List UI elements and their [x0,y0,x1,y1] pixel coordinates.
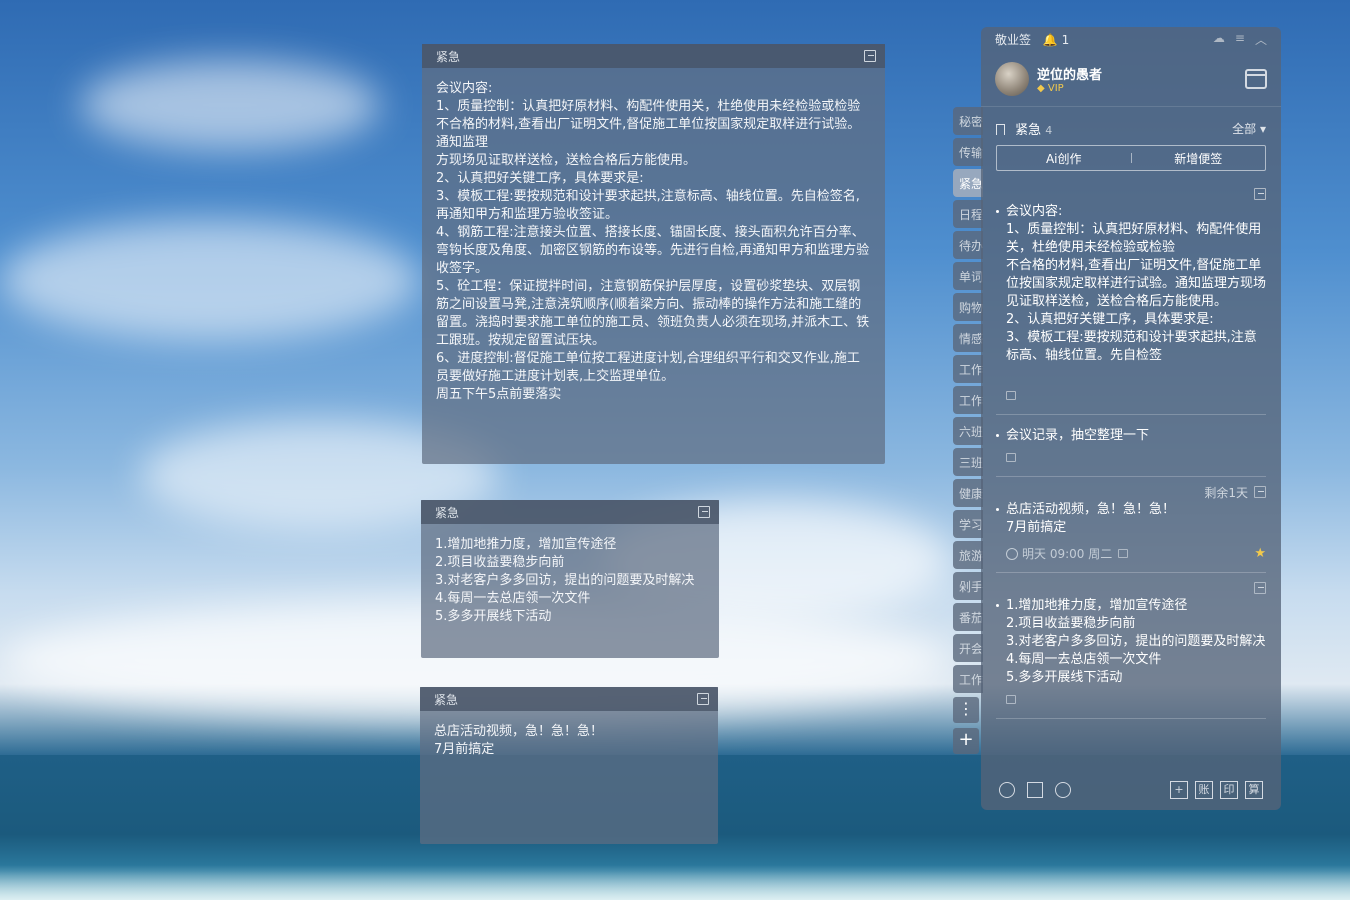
add-category-button[interactable]: + [953,728,979,754]
sticky-note-video[interactable]: 紧急 总店活动视频，急！急！急！ 7月前搞定 [420,687,718,844]
note-content[interactable]: 会议内容: 1、质量控制：认真把好原材料、构配件使用关，杜绝使用未经检验或检验不… [422,68,885,416]
item-text: 总店活动视频，急！急！急！ 7月前搞定 [996,501,1266,537]
print-button[interactable]: 印 [1220,781,1238,799]
item-text: 1.增加地推力度，增加宣传途径 2.项目收益要稳步向前 3.对老客户多多回访，提… [996,597,1266,687]
add-button[interactable]: + [1170,781,1188,799]
bookmark-icon [996,124,1005,135]
lock-icon [1006,453,1016,462]
tab-category[interactable]: 番茄 [953,603,983,631]
clock-icon [1006,547,1018,560]
panel-topbar: 敬业签 🔔 1 ☁ ≡ ︿ [981,27,1281,51]
bell-icon[interactable]: 🔔 [1043,33,1058,47]
tab-category[interactable]: 开会 [953,634,983,662]
notification-count: 1 [1061,32,1070,47]
tab-category[interactable]: 工作 [953,386,983,414]
sticky-note-plan[interactable]: 紧急 1.增加地推力度，增加宣传途径 2.项目收益要稳步向前 3.对老客户多多回… [421,500,719,658]
tab-category[interactable]: 情感 [953,324,983,352]
tab-category[interactable]: 六班 [953,417,983,445]
ai-create-button[interactable]: Ai创作 [997,150,1131,167]
exit-icon[interactable] [1254,486,1266,498]
tab-category[interactable]: 工作 [953,665,983,693]
tab-category[interactable]: 购物 [953,293,983,321]
note-category: 紧急 [435,505,460,520]
cloud-sync-icon[interactable]: ☁ [1213,31,1225,48]
ledger-button[interactable]: 账 [1195,781,1213,799]
more-icon[interactable]: ⋮ [953,697,979,723]
remaining-days: 剩余1天 [1204,485,1248,500]
note-content[interactable]: 总店活动视频，急！急！急！ 7月前搞定 [420,711,718,771]
lock-icon [1006,391,1016,400]
note-category: 紧急 [436,49,461,64]
user-bar: 逆位的愚者 ◆ VIP [981,51,1281,107]
list-item[interactable]: 剩余1天 总店活动视频，急！急！急！ 7月前搞定 明天 09:00 周二 ★ [996,477,1266,573]
star-icon[interactable]: ★ [1254,546,1266,561]
exit-icon[interactable] [1254,188,1266,200]
current-category: 紧急 [1015,123,1042,138]
category-filter-row: 紧急 4 全部 ▾ [981,107,1281,138]
exit-icon[interactable] [698,506,710,518]
note-list: 会议内容: 1、质量控制：认真把好原材料、构配件使用关，杜绝使用未经检验或检验 … [981,179,1281,719]
collapse-icon[interactable]: ︿ [1255,31,1267,48]
tab-category[interactable]: 日程 [953,200,983,228]
calendar-icon[interactable] [1245,68,1267,89]
tab-category[interactable]: 剁手 [953,572,983,600]
app-title: 敬业签 [995,32,1032,47]
item-text: 会议记录，抽空整理一下 [996,427,1266,445]
tab-category[interactable]: 旅游 [953,541,983,569]
filter-dropdown[interactable]: 全部 ▾ [1232,120,1266,137]
note-header[interactable]: 紧急 [422,44,885,68]
tab-category[interactable]: 传输 [953,138,983,166]
history-icon[interactable] [999,782,1015,798]
avatar[interactable] [995,61,1029,96]
tab-category[interactable]: 待办 [953,231,983,259]
reminder-time: 明天 09:00 周二 [1022,547,1113,561]
username[interactable]: 逆位的愚者 [1037,64,1102,83]
note-panel: 敬业签 🔔 1 ☁ ≡ ︿ 逆位的愚者 ◆ VIP 紧急 4 全部 ▾ Ai创作… [981,27,1281,810]
note-category: 紧急 [434,692,459,707]
calculator-button[interactable]: 算 [1245,781,1263,799]
sticky-note-meeting[interactable]: 紧急 会议内容: 1、质量控制：认真把好原材料、构配件使用关，杜绝使用未经检验或… [422,44,885,464]
lock-icon [1118,549,1129,558]
exit-icon[interactable] [697,693,709,705]
note-content[interactable]: 1.增加地推力度，增加宣传途径 2.项目收益要稳步向前 3.对老客户多多回访，提… [421,524,719,638]
category-tabs: 秘密 传输 紧急 日程 待办 单词 购物 情感 工作 工作 六班 三班 健康 学… [953,107,983,696]
tab-category[interactable]: 秘密 [953,107,983,135]
tab-category[interactable]: 学习 [953,510,983,538]
note-header[interactable]: 紧急 [421,500,719,524]
tab-category[interactable]: 单词 [953,262,983,290]
menu-icon[interactable]: ≡ [1235,31,1245,48]
category-count: 4 [1045,124,1053,137]
tab-category[interactable]: 工作 [953,355,983,383]
exit-icon[interactable] [864,50,876,62]
tab-category-active[interactable]: 紧急 [953,169,983,197]
tab-category[interactable]: 三班 [953,448,983,476]
tab-category[interactable]: 健康 [953,479,983,507]
cloud [0,220,420,340]
note-header[interactable]: 紧急 [420,687,718,711]
foam [0,865,1350,900]
action-bar: Ai创作 新增便签 [996,145,1266,171]
todo-icon[interactable] [1027,782,1043,798]
vip-badge: ◆ VIP [1037,82,1064,94]
cloud [80,60,380,150]
list-item[interactable]: 会议内容: 1、质量控制：认真把好原材料、构配件使用关，杜绝使用未经检验或检验 … [996,179,1266,415]
exit-icon[interactable] [1254,582,1266,594]
lock-icon [1006,695,1016,704]
search-icon[interactable] [1055,782,1071,798]
list-item[interactable]: 会议记录，抽空整理一下 [996,415,1266,477]
list-item[interactable]: 1.增加地推力度，增加宣传途径 2.项目收益要稳步向前 3.对老客户多多回访，提… [996,573,1266,719]
bottom-toolbar: + 账 印 算 [981,770,1281,810]
new-note-button[interactable]: 新增便签 [1132,150,1266,167]
item-text: 会议内容: 1、质量控制：认真把好原材料、构配件使用关，杜绝使用未经检验或检验 … [996,203,1266,383]
